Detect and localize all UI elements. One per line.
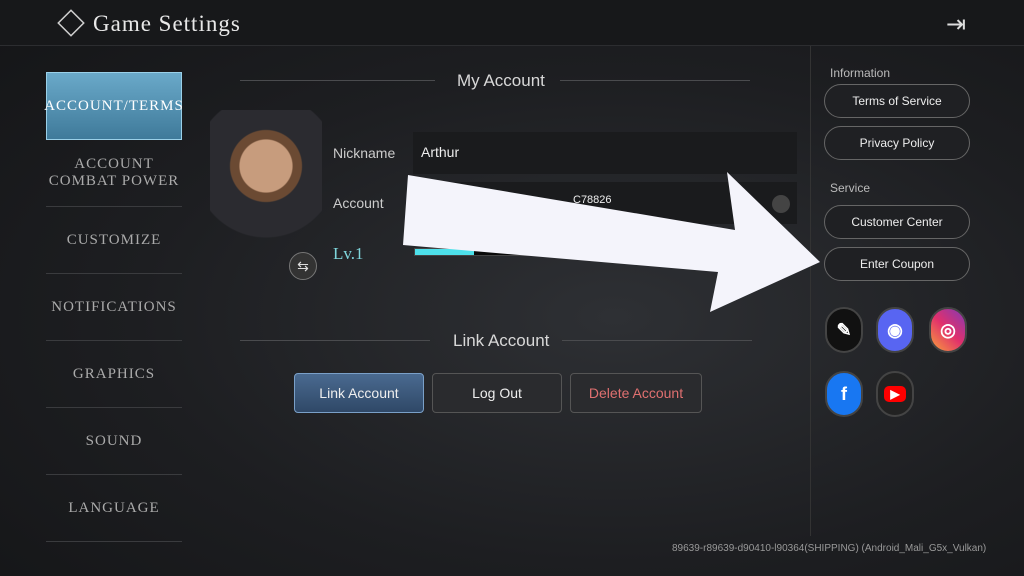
annotation-arrow-icon <box>403 172 820 312</box>
